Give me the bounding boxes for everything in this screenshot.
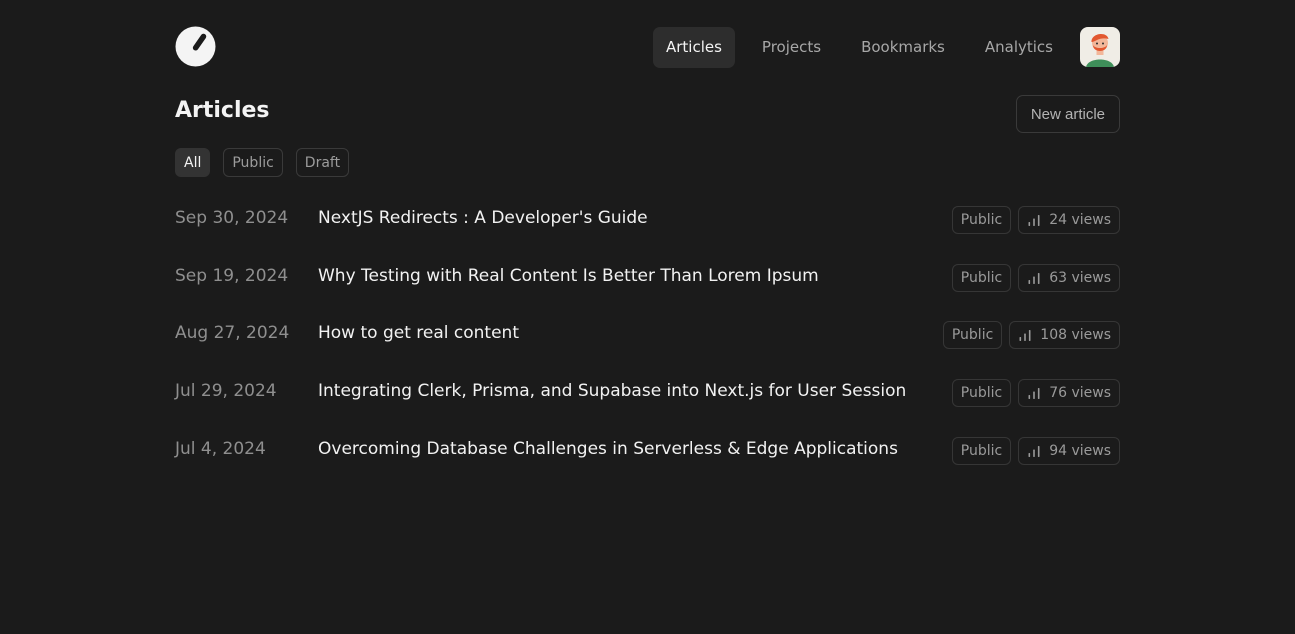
status-badge: Public xyxy=(951,379,1012,408)
article-meta: Public 94 views xyxy=(951,436,1120,465)
article-meta: Public 24 views xyxy=(951,206,1120,234)
article-title[interactable]: How to get real content xyxy=(318,323,519,343)
article-row[interactable]: Aug 27, 2024 How to get real content Pub… xyxy=(175,313,1120,371)
top-header: Articles Projects Bookmarks Analytics xyxy=(175,26,1120,68)
nav-projects[interactable]: Projects xyxy=(749,27,834,68)
article-row[interactable]: Sep 19, 2024 Why Testing with Real Conte… xyxy=(175,256,1120,314)
bar-chart-icon xyxy=(1028,445,1040,457)
article-date: Jul 4, 2024 xyxy=(175,438,266,459)
title-row: Articles New article xyxy=(175,95,1120,135)
article-title[interactable]: Why Testing with Real Content Is Better … xyxy=(318,266,819,286)
article-row[interactable]: Sep 30, 2024 NextJS Redirects : A Develo… xyxy=(175,198,1120,256)
logo-icon[interactable] xyxy=(175,26,216,67)
status-badge: Public xyxy=(951,263,1012,292)
article-list: Sep 30, 2024 NextJS Redirects : A Develo… xyxy=(175,198,1120,486)
user-avatar-icon xyxy=(1080,27,1120,67)
article-title[interactable]: NextJS Redirects : A Developer's Guide xyxy=(318,208,648,228)
nav-articles[interactable]: Articles xyxy=(652,26,735,68)
nav-analytics[interactable]: Analytics xyxy=(972,27,1066,68)
article-row[interactable]: Jul 4, 2024 Overcoming Database Challeng… xyxy=(175,429,1120,487)
article-meta: Public 108 views xyxy=(942,321,1120,350)
views-badge: 63 views xyxy=(1018,263,1120,292)
article-meta: Public 76 views xyxy=(951,379,1120,408)
views-count: 63 views xyxy=(1049,269,1111,286)
views-badge: 108 views xyxy=(1009,321,1120,350)
bar-chart-icon xyxy=(1028,215,1040,226)
page-title: Articles xyxy=(175,98,270,123)
views-count: 108 views xyxy=(1040,327,1111,344)
views-badge: 94 views xyxy=(1018,436,1120,465)
status-badge: Public xyxy=(942,321,1003,350)
new-article-button[interactable]: New article xyxy=(1015,95,1120,133)
avatar[interactable] xyxy=(1080,27,1120,67)
article-date: Sep 19, 2024 xyxy=(175,265,289,286)
views-count: 24 views xyxy=(1049,212,1111,228)
article-title[interactable]: Integrating Clerk, Prisma, and Supabase … xyxy=(318,381,906,401)
article-row[interactable]: Jul 29, 2024 Integrating Clerk, Prisma, … xyxy=(175,371,1120,429)
filter-all[interactable]: All xyxy=(175,148,211,177)
main-nav: Articles Projects Bookmarks Analytics xyxy=(639,26,1120,68)
status-badge: Public xyxy=(951,206,1012,234)
filter-draft[interactable]: Draft xyxy=(295,148,350,177)
status-badge: Public xyxy=(951,436,1012,465)
app-container: Articles Projects Bookmarks Analytics Ar… xyxy=(175,0,1120,634)
views-count: 76 views xyxy=(1049,385,1111,402)
bar-chart-icon xyxy=(1019,330,1031,342)
article-meta: Public 63 views xyxy=(951,263,1120,292)
article-date: Sep 30, 2024 xyxy=(175,208,289,228)
filter-public[interactable]: Public xyxy=(223,148,283,177)
views-badge: 76 views xyxy=(1018,379,1120,408)
bar-chart-icon xyxy=(1028,388,1040,400)
article-date: Jul 29, 2024 xyxy=(175,381,277,402)
status-filters: All Public Draft xyxy=(175,148,362,177)
bar-chart-icon xyxy=(1028,272,1040,284)
article-title[interactable]: Overcoming Database Challenges in Server… xyxy=(318,439,898,459)
nav-bookmarks[interactable]: Bookmarks xyxy=(848,27,958,68)
views-badge: 24 views xyxy=(1018,206,1120,234)
views-count: 94 views xyxy=(1049,442,1111,459)
article-date: Aug 27, 2024 xyxy=(175,323,290,344)
